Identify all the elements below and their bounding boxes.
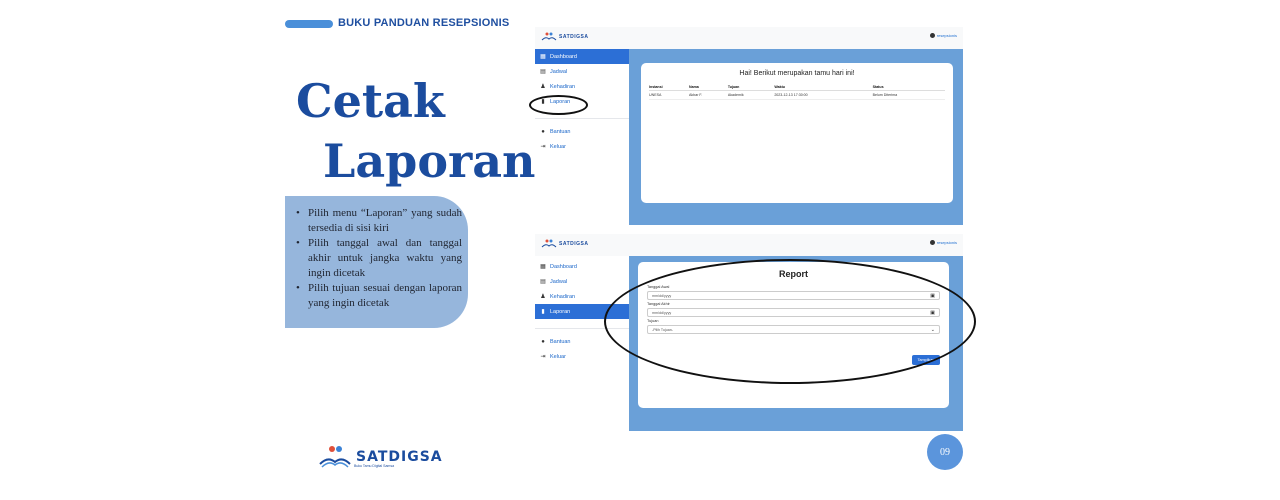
logo-icon xyxy=(541,239,557,248)
page-number: 09 xyxy=(927,434,963,470)
app-logo-text: SATDIGSA xyxy=(559,241,589,247)
app-logo[interactable]: SATDIGSA xyxy=(541,32,588,42)
instruction-step: Pilih tujuan sesuai dengan laporan yang … xyxy=(292,281,462,311)
brand-tagline: Buku Tamu Digital Samsa xyxy=(354,464,395,468)
sidebar-item-keluar[interactable]: ⇥ Keluar xyxy=(535,139,629,154)
user-menu[interactable]: resepsionis xyxy=(929,33,957,38)
sidebar-item-kehadiran[interactable]: ♟ Kehadiran xyxy=(535,79,629,94)
help-icon: ● xyxy=(541,338,545,345)
brand-name: SATDIGSA xyxy=(356,449,443,465)
sidebar-item-dashboard[interactable]: ▦ Dashboard xyxy=(535,259,629,274)
logout-icon: ⇥ xyxy=(540,144,546,150)
user-icon xyxy=(929,240,935,245)
guest-card: Hai! Berikut merupakan tamu hari ini! In… xyxy=(641,63,953,203)
user-icon xyxy=(929,33,935,38)
book-reader-icon xyxy=(319,446,351,468)
sidebar-item-dashboard[interactable]: ▦ Dashboard xyxy=(535,49,629,64)
sidebar-item-jadwal[interactable]: ▤ Jadwal xyxy=(535,64,629,79)
document-icon: ▮ xyxy=(541,309,545,315)
header-label: BUKU PANDUAN RESEPSIONIS xyxy=(338,17,510,29)
app-logo-text: SATDIGSA xyxy=(559,34,589,40)
page-title-line2: Laporan xyxy=(323,134,536,188)
user-menu[interactable]: resepsionis xyxy=(929,240,957,245)
sidebar-item-keluar[interactable]: ⇥ Keluar xyxy=(535,349,629,364)
dashboard-screenshot: SATDIGSA resepsionis ▦ Dashboard ▤ Jadwal … xyxy=(535,27,963,225)
instruction-step: Pilih tanggal awal dan tanggal akhir unt… xyxy=(292,236,462,281)
calendar-icon: ▤ xyxy=(540,279,546,285)
person-icon: ♟ xyxy=(540,294,546,300)
app-logo[interactable]: SATDIGSA xyxy=(541,239,588,249)
instruction-step: Pilih menu “Laporan” yang sudah tersedia… xyxy=(292,206,462,236)
dashboard-icon: ▦ xyxy=(540,54,546,60)
page-title-line1: Cetak xyxy=(296,74,445,128)
logout-icon: ⇥ xyxy=(540,354,546,360)
brand-logo: SATDIGSA Buku Tamu Digital Samsa xyxy=(318,444,443,470)
user-name: resepsionis xyxy=(936,33,957,38)
user-name: resepsionis xyxy=(936,240,957,245)
app-topbar: SATDIGSA resepsionis xyxy=(535,27,963,49)
header-accent-bar xyxy=(285,20,333,28)
status-badge: Belum Diterima xyxy=(872,90,945,100)
sidebar-item-jadwal[interactable]: ▤ Jadwal xyxy=(535,274,629,289)
dashboard-greeting: Hai! Berikut merupakan tamu hari ini! xyxy=(739,70,855,77)
help-icon: ● xyxy=(541,128,545,135)
highlight-oval-report-form xyxy=(604,259,976,384)
dashboard-icon: ▦ xyxy=(540,264,546,270)
sidebar: ▦ Dashboard ▤ Jadwal ♟ Kehadiran ▮ Laporan ●… xyxy=(535,256,629,431)
table-row[interactable]: UNESA Akbar F. Akademik 2023-12-13 17:30… xyxy=(649,90,945,100)
instructions-panel: Pilih menu “Laporan” yang sudah tersedia… xyxy=(285,196,468,328)
app-topbar: SATDIGSA resepsionis xyxy=(535,234,963,256)
person-icon: ♟ xyxy=(540,84,546,90)
main-area: Hai! Berikut merupakan tamu hari ini! In… xyxy=(629,49,963,225)
highlight-oval-laporan xyxy=(529,95,588,115)
guest-table: Instansi Nama Tujuan Waktu Status UNESA … xyxy=(649,84,945,100)
sidebar-item-bantuan[interactable]: ● Bantuan xyxy=(535,124,629,139)
calendar-icon: ▤ xyxy=(540,69,546,75)
sidebar-divider xyxy=(535,118,629,119)
logo-icon xyxy=(541,32,557,41)
sidebar: ▦ Dashboard ▤ Jadwal ♟ Kehadiran ▮ Laporan ●… xyxy=(535,49,629,225)
